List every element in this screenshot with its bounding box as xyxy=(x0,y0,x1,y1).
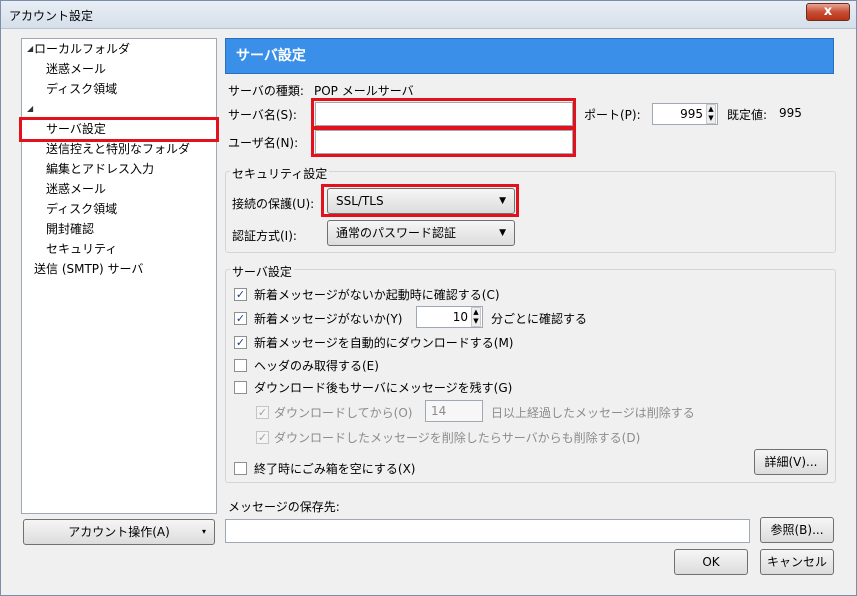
highlight-connection-security xyxy=(321,184,519,217)
expand-arrow-icon[interactable]: ◢ xyxy=(27,44,33,53)
port-spinner[interactable]: ▲ ▼ xyxy=(706,104,716,124)
server-type-value: POP メールサーバ xyxy=(314,84,414,98)
tree-item-security[interactable]: セキュリティ xyxy=(46,240,117,258)
default-port-label: 既定値: xyxy=(727,108,768,122)
leave-on-server-checkbox[interactable] xyxy=(234,381,247,394)
auto-download-checkbox[interactable]: ✓ xyxy=(234,336,247,349)
headers-only-checkbox[interactable] xyxy=(234,359,247,372)
delete-after-checkbox[interactable]: ✓ xyxy=(256,406,269,419)
advanced-button[interactable]: 詳細(V)... xyxy=(754,449,828,475)
account-settings-window: アカウント設定 x ◢ ローカルフォルダ 迷惑メール ディスク領域 ◢ サーバ設… xyxy=(0,0,857,596)
delete-from-server-checkbox[interactable]: ✓ xyxy=(256,431,269,444)
highlight-server-settings xyxy=(19,117,219,142)
auth-method-value: 通常のパスワード認証 xyxy=(336,226,457,240)
ok-button[interactable]: OK xyxy=(674,549,748,575)
close-button[interactable]: x xyxy=(806,3,850,21)
check-on-startup-checkbox[interactable]: ✓ xyxy=(234,288,247,301)
delete-after-label[interactable]: ダウンロードしてから(O) xyxy=(274,404,412,421)
dropdown-arrow-icon: ▾ xyxy=(201,527,206,536)
storage-path-input[interactable] xyxy=(225,519,750,543)
check-every-label[interactable]: 新着メッセージがないか(Y) xyxy=(254,310,402,327)
check-interval-spinner[interactable]: ▲ ▼ xyxy=(471,307,481,327)
tree-item-copies-folders[interactable]: 送信控えと特別なフォルダ xyxy=(46,140,190,158)
tree-item-local-folders[interactable]: ローカルフォルダ xyxy=(34,40,130,58)
delete-from-server-label[interactable]: ダウンロードしたメッセージを削除したらサーバからも削除する(D) xyxy=(274,429,640,446)
account-tree: ◢ ローカルフォルダ 迷惑メール ディスク領域 ◢ サーバ設定 送信控えと特別な… xyxy=(21,38,217,514)
tree-item-disk-space[interactable]: ディスク領域 xyxy=(46,200,117,218)
cancel-button[interactable]: キャンセル xyxy=(760,549,834,575)
check-on-startup-label[interactable]: 新着メッセージがないか起動時に確認する(C) xyxy=(254,286,500,303)
tree-item-return-receipts[interactable]: 開封確認 xyxy=(46,220,94,238)
title-bar: アカウント設定 x xyxy=(1,1,856,29)
port-label: ポート(P): xyxy=(584,108,641,122)
server-settings-group-label: サーバ設定 xyxy=(230,263,294,280)
account-actions-label: アカウント操作(A) xyxy=(68,525,170,539)
check-every-suffix: 分ごとに確認する xyxy=(491,312,588,326)
check-every-checkbox[interactable]: ✓ xyxy=(234,312,247,325)
headers-only-label[interactable]: ヘッダのみ取得する(E) xyxy=(254,357,379,374)
expand-arrow-icon[interactable]: ◢ xyxy=(27,104,33,113)
page-title: サーバ設定 xyxy=(225,38,834,74)
window-title: アカウント設定 xyxy=(9,9,94,23)
security-group-label: セキュリティ設定 xyxy=(230,165,330,182)
server-name-label: サーバ名(S): xyxy=(228,108,297,122)
server-type-label: サーバの種類: xyxy=(228,84,304,98)
tree-item-junk-local[interactable]: 迷惑メール xyxy=(46,60,106,78)
connection-security-label: 接続の保護(U): xyxy=(232,197,315,211)
delete-days-input[interactable]: 14 xyxy=(425,400,483,422)
leave-on-server-label[interactable]: ダウンロード後もサーバにメッセージを残す(G) xyxy=(254,379,512,396)
empty-trash-checkbox[interactable] xyxy=(234,462,247,475)
empty-trash-label[interactable]: 終了時にごみ箱を空にする(X) xyxy=(254,460,415,477)
tree-item-disk-local[interactable]: ディスク領域 xyxy=(46,80,117,98)
default-port-value: 995 xyxy=(779,106,802,120)
username-label: ユーザ名(N): xyxy=(228,136,299,150)
storage-label: メッセージの保存先: xyxy=(228,500,340,514)
delete-after-suffix: 日以上経過したメッセージは削除する xyxy=(491,406,695,420)
highlight-username xyxy=(311,127,576,157)
tree-item-composition[interactable]: 編集とアドレス入力 xyxy=(46,160,154,178)
auto-download-label[interactable]: 新着メッセージを自動的にダウンロードする(M) xyxy=(254,334,513,351)
security-group xyxy=(225,171,836,253)
account-actions-button[interactable]: アカウント操作(A) ▾ xyxy=(23,519,215,545)
tree-item-junk[interactable]: 迷惑メール xyxy=(46,180,106,198)
auth-method-label: 認証方式(I): xyxy=(232,229,297,243)
browse-button[interactable]: 参照(B)... xyxy=(760,517,834,543)
dropdown-arrow-icon: ▼ xyxy=(499,228,506,238)
tree-item-smtp[interactable]: 送信 (SMTP) サーバ xyxy=(34,260,143,278)
highlight-server-name xyxy=(311,98,576,129)
auth-method-select[interactable]: 通常のパスワード認証 ▼ xyxy=(327,220,515,246)
